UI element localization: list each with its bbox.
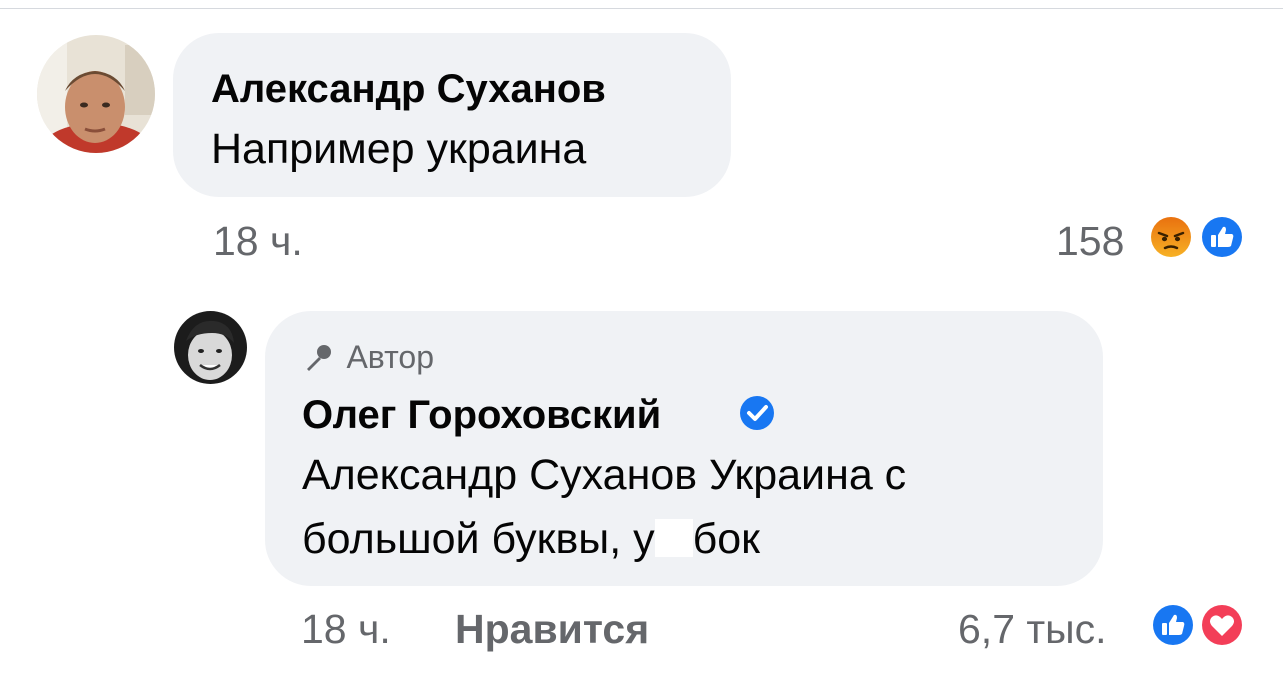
comment-text-line-1: Александр Суханов Украина с bbox=[302, 451, 907, 499]
like-action-button[interactable]: Нравится bbox=[455, 606, 649, 653]
top-divider bbox=[0, 8, 1283, 9]
reaction-count[interactable]: 6,7 тыс. bbox=[958, 606, 1107, 653]
comment-timestamp[interactable]: 18 ч. bbox=[213, 218, 303, 265]
avatar[interactable] bbox=[37, 35, 155, 153]
avatar-photo bbox=[37, 35, 155, 153]
verified-badge-icon bbox=[739, 395, 775, 431]
avatar-photo bbox=[174, 311, 247, 384]
like-icon bbox=[1150, 602, 1196, 648]
comment-bubble: Автор Олег Гороховский Александр Суханов… bbox=[265, 311, 1103, 586]
censor-block bbox=[654, 519, 693, 557]
comment-text-line-2: большой буквы, у бок bbox=[302, 515, 760, 564]
reaction-count[interactable]: 158 bbox=[1056, 218, 1124, 265]
comment-bubble: Александр Суханов Например украина bbox=[173, 33, 731, 197]
comment-timestamp[interactable]: 18 ч. bbox=[301, 606, 391, 653]
like-icon bbox=[1199, 214, 1245, 260]
love-icon bbox=[1199, 602, 1245, 648]
comment-text: Например украина bbox=[211, 125, 587, 173]
comment-author[interactable]: Олег Гороховский bbox=[302, 393, 661, 438]
avatar[interactable] bbox=[174, 311, 247, 384]
author-badge-label: Автор bbox=[346, 339, 434, 375]
comment-text-part: бок bbox=[692, 515, 760, 563]
author-badge: Автор bbox=[302, 339, 434, 375]
angry-icon bbox=[1148, 214, 1194, 260]
comment-author[interactable]: Александр Суханов bbox=[211, 67, 606, 112]
microphone-icon bbox=[302, 342, 334, 374]
comment-text-part: большой буквы, у bbox=[302, 515, 655, 563]
